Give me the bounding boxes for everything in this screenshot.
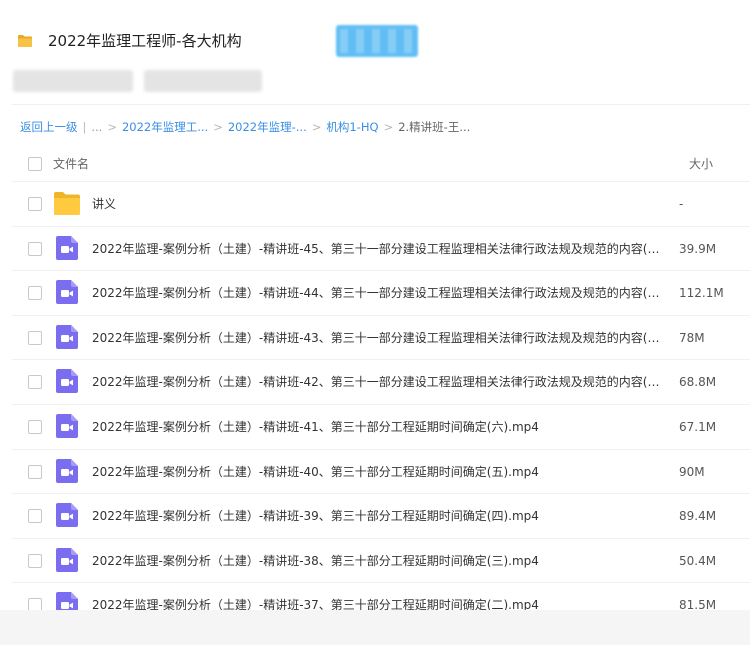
file-row[interactable]: 2022年监理-案例分析（土建）-精讲班-44、第三十一部分建设工程监理相关法律…: [12, 271, 750, 316]
breadcrumb-chevron-icon: >: [311, 120, 322, 134]
breadcrumb-item-3[interactable]: 机构1-HQ: [326, 118, 378, 136]
select-all-checkbox[interactable]: [28, 157, 42, 171]
file-size: -: [679, 197, 684, 211]
row-checkbox[interactable]: [28, 509, 42, 524]
row-checkbox[interactable]: [28, 553, 42, 568]
video-file-icon: [56, 547, 78, 572]
row-checkbox[interactable]: [28, 375, 42, 390]
file-size: 81.5M: [679, 598, 717, 610]
divider: [12, 104, 750, 105]
breadcrumb-chevron-icon: >: [383, 120, 394, 134]
file-name[interactable]: 2022年监理-案例分析（土建）-精讲班-44、第三十一部分建设工程监理相关法律…: [92, 284, 662, 302]
page-title: 2022年监理工程师-各大机构: [48, 32, 242, 50]
column-header-name[interactable]: 文件名: [53, 155, 89, 172]
file-name[interactable]: 2022年监理-案例分析（土建）-精讲班-41、第三十部分工程延期时间确定(六)…: [92, 418, 662, 436]
video-file-icon: [56, 413, 78, 438]
row-checkbox[interactable]: [28, 330, 42, 345]
file-row[interactable]: 2022年监理-案例分析（土建）-精讲班-45、第三十一部分建设工程监理相关法律…: [12, 227, 750, 272]
breadcrumb-item-2[interactable]: 2022年监理-...: [228, 118, 307, 136]
file-list: 讲义 - 2022年监理-案例分析（土建）-精讲班-45、第三十一部分建设工程监…: [12, 182, 750, 610]
breadcrumb-item-1[interactable]: 2022年监理工...: [122, 118, 208, 136]
file-name[interactable]: 讲义: [92, 195, 662, 213]
row-checkbox[interactable]: [28, 286, 42, 301]
video-file-icon: [56, 235, 78, 260]
file-row[interactable]: 2022年监理-案例分析（土建）-精讲班-38、第三十部分工程延期时间确定(三)…: [12, 539, 750, 584]
video-file-icon: [56, 324, 78, 349]
file-size: 112.1M: [679, 286, 724, 301]
file-row[interactable]: 2022年监理-案例分析（土建）-精讲班-42、第三十一部分建设工程监理相关法律…: [12, 360, 750, 405]
file-row[interactable]: 2022年监理-案例分析（土建）-精讲班-40、第三十部分工程延期时间确定(五)…: [12, 450, 750, 495]
file-name[interactable]: 2022年监理-案例分析（土建）-精讲班-43、第三十一部分建设工程监理相关法律…: [92, 329, 662, 347]
video-file-icon: [56, 592, 78, 610]
row-checkbox[interactable]: [28, 419, 42, 434]
file-name[interactable]: 2022年监理-案例分析（土建）-精讲班-37、第三十部分工程延期时间确定(二)…: [92, 596, 662, 610]
file-browser-page: 2022年监理工程师-各大机构 返回上一级 | ... > 2022年监理工..…: [0, 0, 750, 610]
file-size: 39.9M: [679, 241, 717, 256]
file-row[interactable]: 2022年监理-案例分析（土建）-精讲班-43、第三十一部分建设工程监理相关法律…: [12, 316, 750, 361]
file-name[interactable]: 2022年监理-案例分析（土建）-精讲班-45、第三十一部分建设工程监理相关法律…: [92, 240, 662, 258]
file-size: 68.8M: [679, 375, 717, 390]
header: 2022年监理工程师-各大机构: [0, 0, 750, 105]
breadcrumb-chevron-icon: >: [213, 120, 223, 134]
file-size: 89.4M: [679, 509, 717, 524]
folder-icon: [18, 35, 32, 47]
breadcrumb-back-link[interactable]: 返回上一级: [20, 118, 78, 136]
redacted-badge: [336, 25, 418, 57]
redacted-info-2: [144, 70, 262, 92]
breadcrumb-separator: |: [82, 120, 87, 134]
file-size: 78M: [679, 330, 705, 345]
file-size: 50.4M: [679, 553, 717, 568]
video-file-icon: [56, 458, 78, 483]
table-header: 文件名 大小: [12, 146, 750, 182]
video-file-icon: [56, 280, 78, 305]
folder-icon: [54, 192, 80, 215]
breadcrumb-chevron-icon: >: [107, 120, 117, 134]
video-file-icon: [56, 369, 78, 394]
column-header-size[interactable]: 大小: [689, 155, 713, 172]
redacted-info-1: [13, 70, 133, 92]
breadcrumb-current: 2.精讲班-王...: [398, 120, 471, 134]
row-checkbox[interactable]: [28, 241, 42, 256]
breadcrumb-ellipsis[interactable]: ...: [91, 118, 102, 136]
file-name[interactable]: 2022年监理-案例分析（土建）-精讲班-40、第三十部分工程延期时间确定(五)…: [92, 463, 662, 481]
breadcrumb: 返回上一级 | ... > 2022年监理工... > 2022年监理-... …: [20, 118, 470, 136]
file-row[interactable]: 2022年监理-案例分析（土建）-精讲班-41、第三十部分工程延期时间确定(六)…: [12, 405, 750, 450]
file-row[interactable]: 2022年监理-案例分析（土建）-精讲班-39、第三十部分工程延期时间确定(四)…: [12, 494, 750, 539]
file-row[interactable]: 讲义 -: [12, 182, 750, 227]
file-row[interactable]: 2022年监理-案例分析（土建）-精讲班-37、第三十部分工程延期时间确定(二)…: [12, 583, 750, 610]
file-name[interactable]: 2022年监理-案例分析（土建）-精讲班-38、第三十部分工程延期时间确定(三)…: [92, 552, 662, 570]
file-size: 90M: [679, 464, 705, 479]
row-checkbox[interactable]: [28, 598, 42, 610]
file-name[interactable]: 2022年监理-案例分析（土建）-精讲班-42、第三十一部分建设工程监理相关法律…: [92, 373, 662, 391]
video-file-icon: [56, 503, 78, 528]
row-checkbox[interactable]: [28, 464, 42, 479]
file-name[interactable]: 2022年监理-案例分析（土建）-精讲班-39、第三十部分工程延期时间确定(四)…: [92, 507, 662, 525]
file-size: 67.1M: [679, 419, 717, 434]
row-checkbox[interactable]: [28, 197, 42, 211]
